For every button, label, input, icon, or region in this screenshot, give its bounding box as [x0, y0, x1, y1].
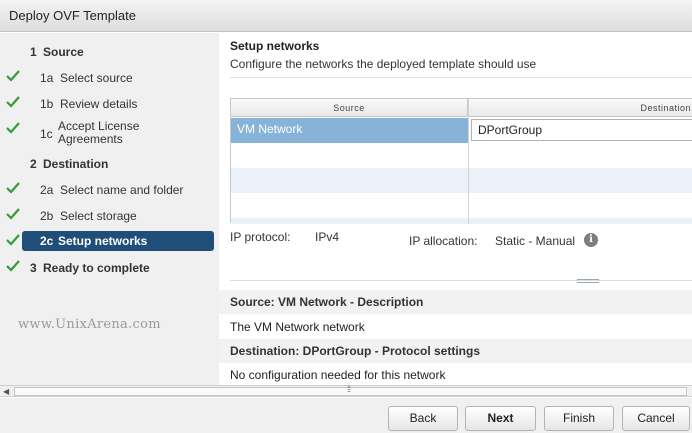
step-number: 2b — [40, 209, 54, 223]
checkmark-icon — [6, 208, 20, 220]
ip-protocol-label: IP protocol: — [230, 230, 291, 244]
step-1b-review-details[interactable]: 1b Review details — [0, 93, 219, 115]
watermark: www.UnixArena.com — [18, 317, 161, 332]
network-mapping-grid: Source Destination VM Network DPortGroup — [230, 98, 692, 224]
step-1-source[interactable]: 1 Source — [0, 41, 219, 63]
scroll-grip-icon: ⁞⁞ — [347, 384, 351, 394]
destination-settings-text: No configuration needed for this network — [230, 368, 446, 382]
step-label: Review details — [60, 97, 138, 111]
checkmark-icon — [6, 122, 20, 134]
step-label: Setup networks — [58, 234, 148, 248]
step-2c-setup-networks[interactable]: 2c Setup networks — [0, 231, 219, 253]
info-icon[interactable]: i — [584, 233, 598, 247]
step-number: 1c — [40, 127, 53, 141]
page-title: Setup networks — [230, 39, 320, 53]
step-number: 2a — [40, 183, 54, 197]
scrollbar-thumb[interactable] — [14, 387, 687, 396]
pane-splitter-handle[interactable] — [577, 279, 599, 283]
checkmark-icon — [6, 182, 20, 194]
step-2b-select-storage[interactable]: 2b Select storage — [0, 205, 219, 227]
cancel-button[interactable]: Cancel — [622, 406, 690, 431]
step-number: 2c — [40, 234, 54, 248]
wizard-footer: Back Next Finish Cancel — [0, 398, 692, 433]
horizontal-scrollbar[interactable]: ◀ ⁞⁞ — [0, 384, 692, 397]
step-label: Destination — [43, 157, 109, 171]
destination-select[interactable]: DPortGroup — [471, 119, 692, 141]
wizard-sidebar: 1 Source 1a Select source 1b Review deta… — [0, 33, 219, 385]
step-2a-select-name-folder[interactable]: 2a Select name and folder — [0, 179, 219, 201]
step-label: Source — [43, 45, 84, 59]
window-title: Deploy OVF Template — [9, 8, 136, 23]
destination-settings-title: Destination: DPortGroup - Protocol setti… — [230, 344, 481, 358]
page-subtitle: Configure the networks the deployed temp… — [230, 57, 537, 71]
step-number: 1b — [40, 97, 54, 111]
step-label: Ready to complete — [43, 261, 150, 275]
checkmark-icon — [6, 96, 20, 108]
header-divider — [230, 77, 692, 78]
finish-button[interactable]: Finish — [544, 406, 614, 431]
checkmark-icon — [6, 260, 20, 272]
step-1a-select-source[interactable]: 1a Select source — [0, 67, 219, 89]
column-header-destination[interactable]: Destination — [468, 99, 692, 117]
source-cell[interactable]: VM Network — [231, 118, 468, 143]
empty-row — [231, 193, 692, 218]
source-description-title: Source: VM Network - Description — [230, 295, 424, 309]
step-label-continued: Agreements — [58, 132, 123, 146]
step-1c-accept-license[interactable]: 1c Accept License Agreements — [0, 119, 219, 147]
checkmark-icon — [6, 234, 20, 246]
scroll-left-icon[interactable]: ◀ — [3, 387, 9, 396]
main-panel: Setup networks Configure the networks th… — [219, 33, 692, 385]
checkmark-icon — [6, 70, 20, 82]
source-description-header: Source: VM Network - Description — [219, 290, 692, 314]
column-header-source[interactable]: Source — [231, 99, 468, 117]
step-number: 1a — [40, 71, 54, 85]
next-button[interactable]: Next — [465, 406, 536, 431]
step-number: 3 — [30, 261, 37, 275]
step-number: 2 — [30, 157, 37, 171]
title-bar: Deploy OVF Template — [0, 0, 692, 32]
ip-allocation-label: IP allocation: — [409, 234, 478, 248]
source-description-text: The VM Network network — [230, 320, 365, 334]
empty-row — [231, 168, 692, 193]
step-3-ready-to-complete[interactable]: 3 Ready to complete — [0, 257, 219, 279]
table-row[interactable]: VM Network DPortGroup — [231, 118, 692, 143]
column-divider — [468, 99, 469, 224]
step-number: 1 — [30, 45, 37, 59]
empty-row — [231, 218, 692, 224]
step-label: Select source — [60, 71, 133, 85]
destination-settings-header: Destination: DPortGroup - Protocol setti… — [219, 339, 692, 363]
empty-row — [231, 143, 692, 168]
ip-allocation-value: Static - Manual — [495, 234, 576, 248]
back-button[interactable]: Back — [388, 406, 458, 431]
step-label: Select name and folder — [60, 183, 184, 197]
section-divider — [230, 280, 692, 281]
step-label: Select storage — [60, 209, 137, 223]
step-2-destination[interactable]: 2 Destination — [0, 153, 219, 175]
ip-protocol-value: IPv4 — [315, 230, 340, 244]
